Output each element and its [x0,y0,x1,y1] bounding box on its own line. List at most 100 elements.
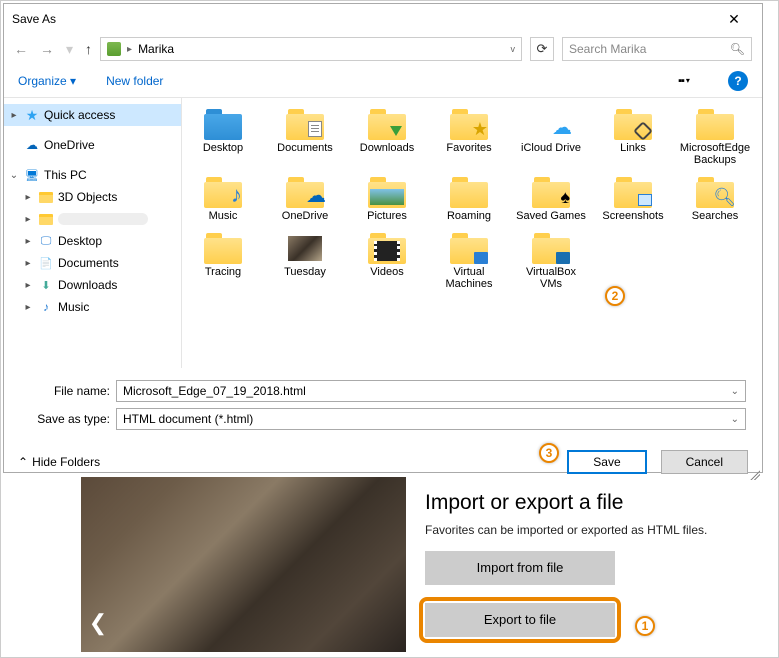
hide-folders-toggle[interactable]: ⌃ Hide Folders [18,455,100,469]
folder-item[interactable]: Screenshots [594,172,672,224]
resize-grip[interactable] [748,468,760,480]
folder-label: OneDrive [282,210,328,222]
panel-desc: Favorites can be imported or exported as… [425,523,755,537]
callout-badge-2: 2 [605,286,625,306]
import-export-panel: Import or export a file Favorites can be… [425,491,755,643]
search-icon[interactable]: 🔍︎ [730,42,745,56]
folder-label: Searches [692,210,738,222]
search-box[interactable]: Search Marika 🔍︎ [562,37,752,61]
tree-label: Music [58,300,89,314]
music-icon: ♪ [38,299,54,315]
folder-label: Saved Games [516,210,586,222]
view-options-button[interactable]: ▪▪▾ [670,70,698,92]
folder-item[interactable]: Links [594,104,672,168]
chevron-down-icon[interactable]: ⌄ [731,386,739,397]
folder-item[interactable]: ☁iCloud Drive [512,104,590,168]
refresh-button[interactable]: ⟳ [530,37,554,61]
news-image: ❮ [81,477,406,652]
folder-label: Tracing [205,266,241,278]
save-button[interactable]: Save [567,450,646,474]
dialog-navbar: ← → ▾ ↑ ▸ Marika v ⟳ Search Marika 🔍︎ [4,34,762,64]
folder-label: Screenshots [602,210,663,222]
tree-label: Desktop [58,234,102,248]
folder-item[interactable]: Videos [348,228,426,292]
tree-quick-access[interactable]: ▸ ★ Quick access [4,104,181,126]
chevron-down-icon[interactable]: ⌄ [8,170,20,181]
folder-label: MicrosoftEdgeBackups [677,142,753,166]
folder-label: Virtual Machines [432,266,506,290]
hide-folders-label: Hide Folders [32,455,100,469]
tree-desktop[interactable]: ▸ 🖵 Desktop [4,230,181,252]
star-icon: ★ [24,107,40,123]
folder-item[interactable]: Downloads [348,104,426,168]
folder-label: Favorites [446,142,491,154]
folder-item[interactable]: Desktop [184,104,262,168]
chevron-right-icon[interactable]: ▸ [8,110,20,121]
up-button[interactable]: ↑ [85,41,92,57]
tree-this-pc[interactable]: ⌄ 🖥 This PC [4,164,181,186]
close-button[interactable]: ✕ [714,5,754,33]
tree-3d-objects[interactable]: ▸ 3D Objects [4,186,181,208]
folder-item[interactable]: ☁OneDrive [266,172,344,224]
folder-label: Desktop [203,142,243,154]
tree-onedrive[interactable]: ☁ OneDrive [4,134,181,156]
back-button[interactable]: ← [14,41,28,57]
folder-item[interactable]: Documents [266,104,344,168]
tree-redacted[interactable]: ▸ [4,208,181,230]
tree-label: 3D Objects [58,190,117,204]
folder-view[interactable]: Desktop Documents Downloads ★Favorites☁iClo… [182,98,762,368]
folder-label: VirtualBox VMs [514,266,588,290]
folder-label: Downloads [360,142,414,154]
folder-item[interactable]: Tuesday [266,228,344,292]
breadcrumb-user[interactable]: Marika [138,42,174,56]
dialog-titlebar: Save As ✕ [4,4,762,34]
nav-arrows: ← → ▾ ↑ [14,41,92,58]
folder-item[interactable]: MicrosoftEdgeBackups [676,104,754,168]
organize-menu[interactable]: Organize ▾ [18,74,76,88]
breadcrumb-dropdown[interactable]: v [511,44,516,54]
folder-item[interactable]: ♠Saved Games [512,172,590,224]
folder-item[interactable]: Roaming [430,172,508,224]
tree-documents[interactable]: ▸ 📄 Documents [4,252,181,274]
panel-heading: Import or export a file [425,491,755,515]
file-name-input[interactable]: Microsoft_Edge_07_19_2018.html ⌄ [116,380,746,402]
prev-arrow[interactable]: ❮ [89,609,107,637]
desktop-icon: 🖵 [38,233,54,249]
folder-label: Links [620,142,646,154]
cloud-icon: ☁ [24,137,40,153]
folder-icon [39,214,53,225]
folder-label: iCloud Drive [521,142,581,154]
folder-label: Music [209,210,238,222]
callout-badge-3: 3 [539,443,559,463]
dialog-footer: ⌃ Hide Folders Save Cancel [4,442,762,482]
address-breadcrumb[interactable]: ▸ Marika v [100,37,522,61]
cancel-button[interactable]: Cancel [661,450,748,474]
folder-item[interactable]: VirtualBox VMs [512,228,590,292]
folder-label: Videos [370,266,403,278]
save-as-type-value: HTML document (*.html) [123,412,253,426]
help-button[interactable]: ? [728,71,748,91]
file-fields: File name: Microsoft_Edge_07_19_2018.htm… [4,368,762,442]
chevron-up-icon: ⌃ [18,455,28,469]
export-to-file-button[interactable]: Export to file [425,603,615,637]
tree-music[interactable]: ▸ ♪ Music [4,296,181,318]
folder-item[interactable]: Pictures [348,172,426,224]
import-from-file-button[interactable]: Import from file [425,551,615,585]
new-folder-button[interactable]: New folder [106,74,163,88]
search-placeholder: Search Marika [569,42,724,56]
folder-label: Documents [277,142,333,154]
folder-item[interactable]: Tracing [184,228,262,292]
save-as-type-select[interactable]: HTML document (*.html) ⌄ [116,408,746,430]
folder-item[interactable]: ★Favorites [430,104,508,168]
folder-item[interactable]: Virtual Machines [430,228,508,292]
tree-label: OneDrive [44,138,95,152]
tree-downloads[interactable]: ▸ ⬇ Downloads [4,274,181,296]
folder-item[interactable]: ♪Music [184,172,262,224]
pc-icon: 🖥 [24,167,40,183]
recent-dropdown[interactable]: ▾ [66,41,73,58]
tree-label: Documents [58,256,119,270]
folder-item[interactable]: 🔍︎Searches [676,172,754,224]
chevron-down-icon[interactable]: ⌄ [731,414,739,425]
document-icon: 📄 [38,255,54,271]
save-as-dialog: Save As ✕ ← → ▾ ↑ ▸ Marika v ⟳ Search Ma… [3,3,763,473]
